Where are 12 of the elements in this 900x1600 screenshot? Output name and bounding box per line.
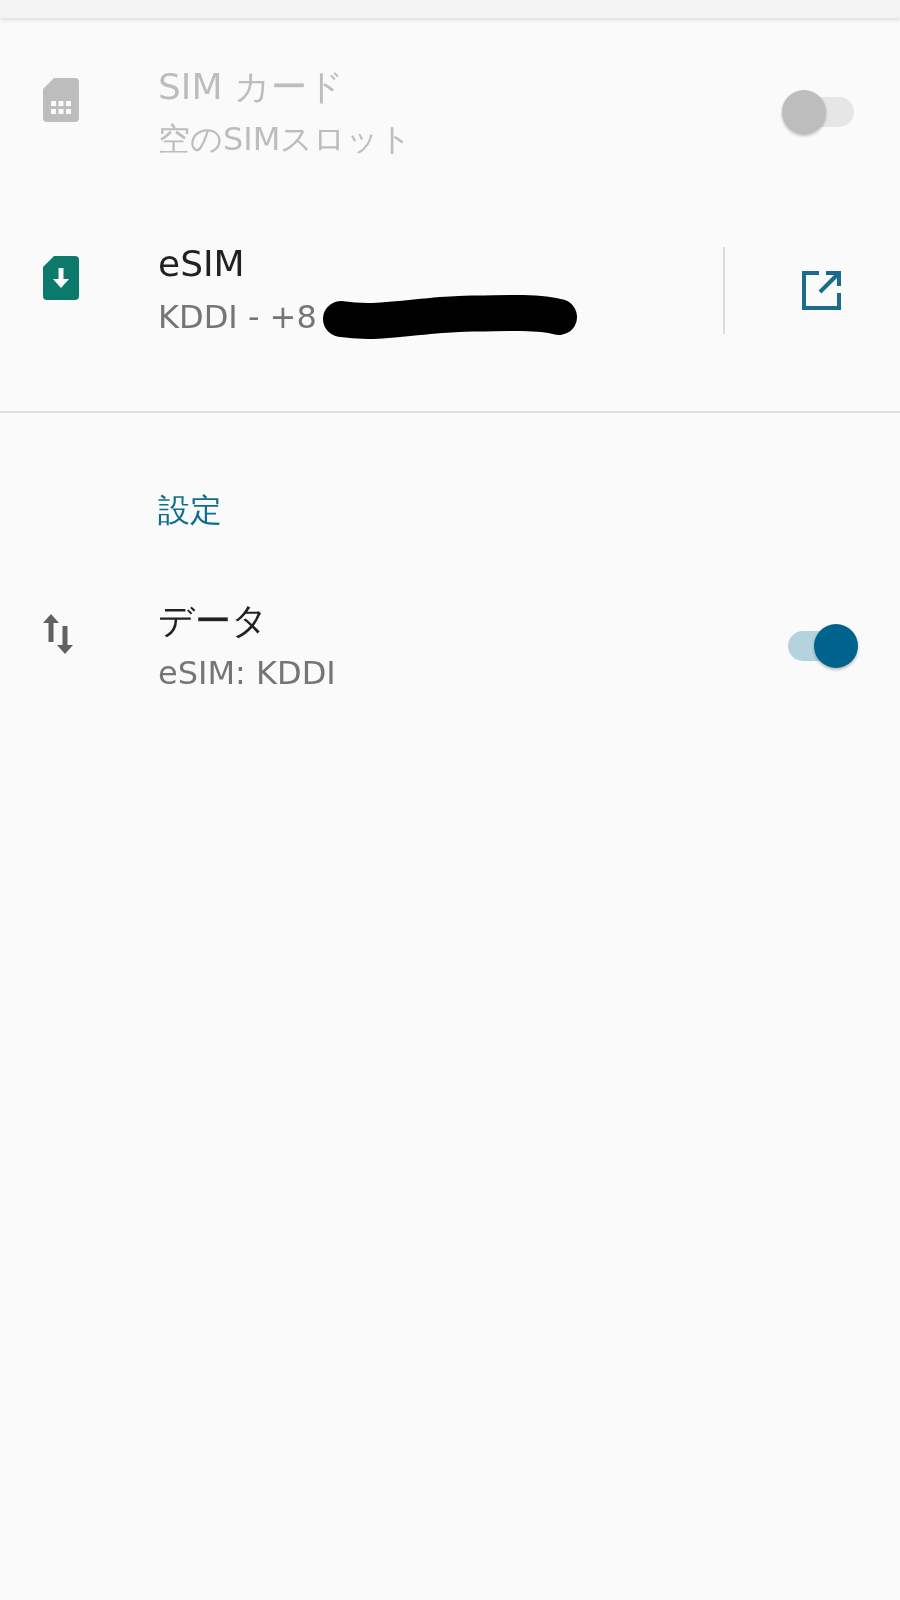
item-subtitle: 空のSIMスロット [158, 119, 413, 160]
sim-card-download-icon [43, 256, 79, 300]
open-external-button[interactable] [801, 269, 842, 311]
external-link-icon [801, 269, 842, 311]
section-header: 設定 [158, 490, 222, 531]
item-title: eSIM [158, 242, 245, 286]
item-title: データ [158, 599, 268, 643]
up-down-arrows-icon [43, 614, 73, 654]
item-subtitle: KDDI - +8 [158, 297, 317, 338]
item-subtitle: eSIM: KDDI [158, 653, 336, 694]
sim-card-icon [43, 78, 79, 122]
item-title: SIM カード [158, 65, 344, 109]
